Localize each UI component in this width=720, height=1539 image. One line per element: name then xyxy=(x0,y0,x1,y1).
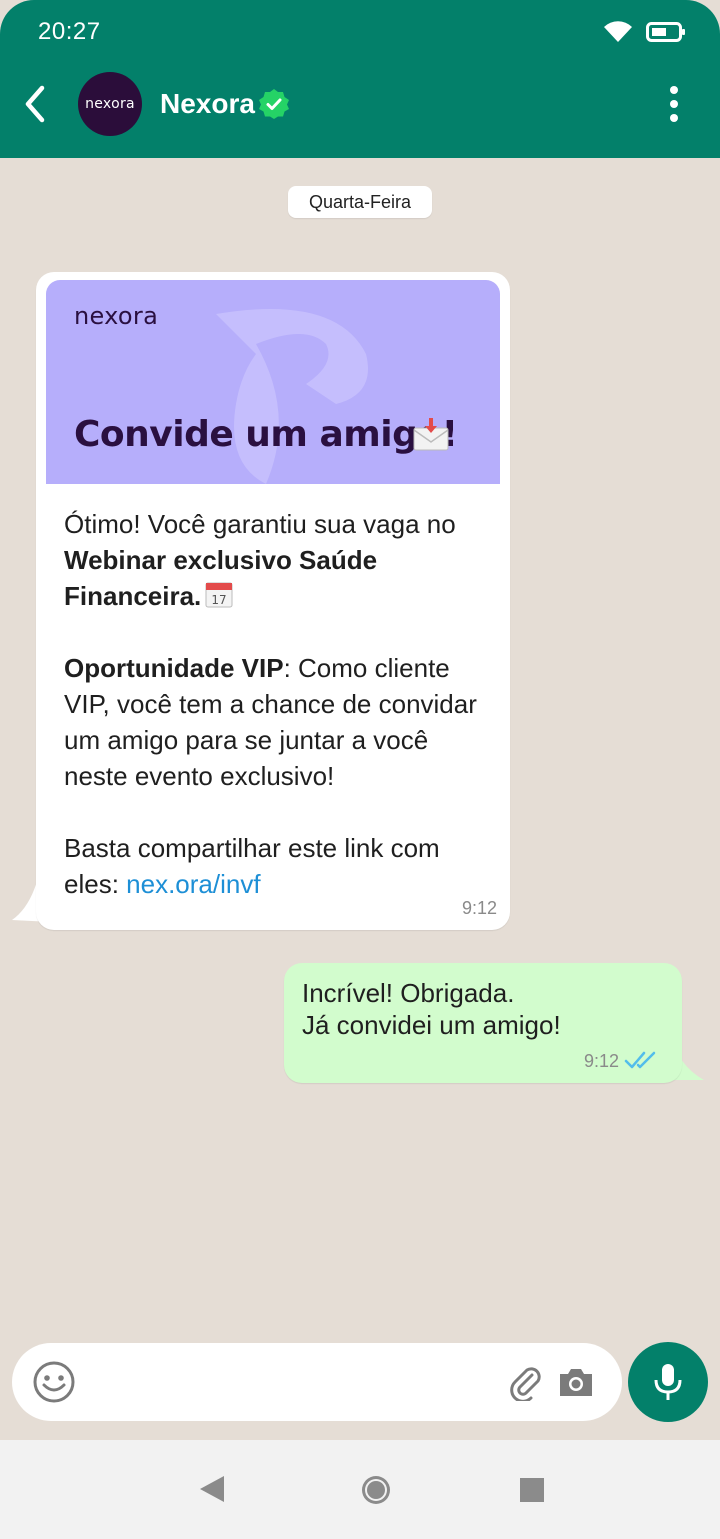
home-circle-icon[interactable] xyxy=(360,1474,392,1506)
banner-title: Convide um amigo! xyxy=(74,414,458,455)
camera-icon[interactable] xyxy=(556,1365,596,1399)
outgoing-timestamp: 9:12 xyxy=(584,1051,620,1071)
microphone-button[interactable] xyxy=(628,1342,708,1422)
banner-logo: nexora xyxy=(74,302,159,330)
back-arrow-icon[interactable] xyxy=(18,82,54,126)
double-check-icon xyxy=(624,1051,656,1069)
brand-shape-icon xyxy=(216,309,368,484)
verified-badge-icon xyxy=(259,89,289,119)
invite-link[interactable]: nex.ora/invf xyxy=(126,869,260,899)
system-nav-bar xyxy=(0,1440,720,1539)
status-time: 20:27 xyxy=(38,18,101,45)
incoming-message[interactable]: nexora Convide um amigo! Ótimo! Você gar… xyxy=(36,272,510,930)
battery-icon xyxy=(646,22,685,42)
message-input[interactable] xyxy=(12,1343,622,1421)
microphone-icon xyxy=(654,1364,682,1400)
avatar[interactable]: nexora xyxy=(78,72,142,136)
back-triangle-icon[interactable] xyxy=(198,1474,226,1504)
outgoing-message[interactable]: Incrível! Obrigada. Já convidei um amigo… xyxy=(284,963,682,1083)
date-chip: Quarta-Feira xyxy=(288,186,432,218)
chat-header: 20:27 nexora Nexora xyxy=(0,0,720,158)
chat-screen: 20:27 nexora Nexora Quarta-Feira nexora … xyxy=(0,0,720,1539)
incoming-timestamp: 9:12 xyxy=(462,898,498,918)
contact-name[interactable]: Nexora xyxy=(160,88,255,120)
outgoing-text: Incrível! Obrigada. Já convidei um amigo… xyxy=(302,978,561,1040)
svg-text:17: 17 xyxy=(212,593,227,607)
message-body: Ótimo! Você garantiu sua vaga no Webinar… xyxy=(64,506,494,902)
calendar-icon: 17 xyxy=(205,582,233,608)
emoji-icon[interactable] xyxy=(32,1360,76,1404)
envelope-icon xyxy=(413,418,449,451)
message-line-1: Ótimo! Você garantiu sua vaga no xyxy=(64,509,456,539)
paperclip-icon[interactable] xyxy=(508,1365,544,1401)
more-options-icon[interactable] xyxy=(660,84,688,124)
promo-banner[interactable]: nexora Convide um amigo! xyxy=(46,280,500,484)
recent-square-icon[interactable] xyxy=(520,1478,544,1502)
message-bold-2: Oportunidade VIP xyxy=(64,653,284,683)
wifi-icon xyxy=(604,21,632,42)
